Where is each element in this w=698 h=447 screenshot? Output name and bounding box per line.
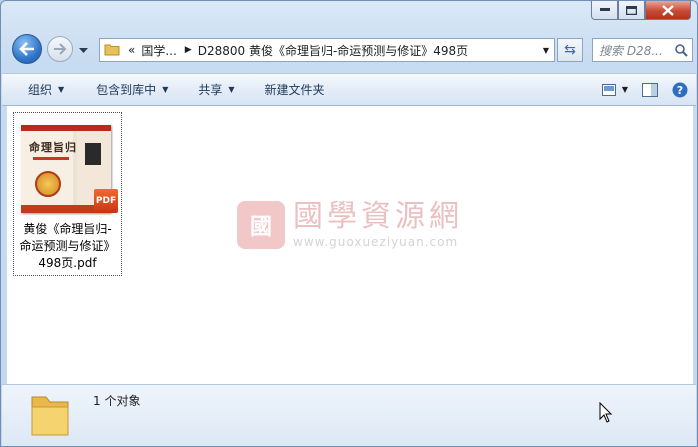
watermark-url: www.guoxueziyuan.com xyxy=(293,235,459,249)
file-list-area[interactable]: 命理旨归 PDF 黄俊《命理旨归- 命运预测与修证》 498页.pdf 國 國學… xyxy=(7,106,693,384)
refresh-icon: ⇆ xyxy=(564,42,576,58)
details-pane: 1 个对象 xyxy=(2,384,696,446)
command-bar: 组织 ▼ 包含到库中 ▼ 共享 ▼ 新建文件夹 ▼ ? xyxy=(2,73,696,106)
chevron-down-icon: ▼ xyxy=(162,85,169,94)
address-bar[interactable]: « 国学... ▶ D28800 黄俊《命理旨归-命运预测与修证》498页 ▼ xyxy=(99,38,555,62)
file-item[interactable]: 命理旨归 PDF 黄俊《命理旨归- 命运预测与修证》 498页.pdf xyxy=(13,112,122,276)
file-name[interactable]: 黄俊《命理旨归- 命运预测与修证》 498页.pdf xyxy=(14,221,121,272)
folder-icon xyxy=(104,42,122,59)
item-count: 1 个对象 xyxy=(93,394,141,408)
organize-label: 组织 xyxy=(28,83,53,97)
chevron-down-icon xyxy=(79,48,88,53)
close-icon xyxy=(662,4,674,16)
watermark-chinese: 國學資源網 xyxy=(293,199,463,234)
mouse-cursor-icon xyxy=(599,402,613,423)
share-button[interactable]: 共享 ▼ xyxy=(180,74,246,105)
share-label: 共享 xyxy=(198,83,223,97)
preview-pane-icon[interactable] xyxy=(642,82,658,97)
thumbnail-title: 命理旨归 xyxy=(29,141,77,154)
search-input[interactable]: 搜索 D28... xyxy=(592,38,693,62)
include-in-library-label: 包含到库中 xyxy=(96,83,157,97)
new-folder-label: 新建文件夹 xyxy=(264,83,325,97)
search-icon xyxy=(675,43,688,57)
change-view-button[interactable]: ▼ xyxy=(601,83,628,96)
caption-buttons xyxy=(591,1,691,20)
arrow-right-icon xyxy=(54,43,67,55)
breadcrumb-arrow-icon[interactable]: ▶ xyxy=(185,45,192,55)
view-controls: ▼ ? xyxy=(601,74,688,105)
new-folder-button[interactable]: 新建文件夹 xyxy=(247,74,337,105)
address-dropdown-button[interactable]: ▼ xyxy=(538,39,554,61)
maximize-icon xyxy=(626,5,637,15)
address-segment-guoxue[interactable]: 国学... xyxy=(141,42,176,59)
maximize-button[interactable] xyxy=(618,1,645,20)
forward-button[interactable] xyxy=(47,36,73,62)
minimize-button[interactable] xyxy=(591,1,618,20)
navigation-bar: « 国学... ▶ D28800 黄俊《命理旨归-命运预测与修证》498页 ▼ … xyxy=(9,33,693,67)
close-button[interactable] xyxy=(645,1,691,20)
include-in-library-button[interactable]: 包含到库中 ▼ xyxy=(76,74,180,105)
back-button[interactable] xyxy=(12,34,42,64)
minimize-icon xyxy=(599,8,610,11)
address-segment-current[interactable]: D28800 黄俊《命理旨归-命运预测与修证》498页 xyxy=(198,42,468,59)
folder-icon xyxy=(28,391,72,442)
address-overflow[interactable]: « xyxy=(128,43,135,57)
organize-button[interactable]: 组织 ▼ xyxy=(2,74,76,105)
recent-pages-button[interactable] xyxy=(79,43,88,57)
search-placeholder: 搜索 D28... xyxy=(599,43,663,58)
cover-photo xyxy=(85,143,101,165)
chevron-down-icon: ▼ xyxy=(621,85,628,94)
help-icon[interactable]: ? xyxy=(672,82,688,98)
refresh-button[interactable]: ⇆ xyxy=(557,38,583,62)
explorer-window: « 国学... ▶ D28800 黄俊《命理旨归-命运预测与修证》498页 ▼ … xyxy=(0,0,698,447)
cover-emblem-icon xyxy=(35,171,61,197)
arrow-left-icon xyxy=(19,42,34,56)
pdf-icon: PDF xyxy=(94,189,118,213)
view-icon xyxy=(601,83,616,96)
chevron-down-icon: ▼ xyxy=(228,85,235,94)
watermark: 國 國學資源網 www.guoxueziyuan.com xyxy=(237,201,463,249)
svg-text:?: ? xyxy=(677,84,683,97)
watermark-seal-icon: 國 xyxy=(237,201,285,249)
chevron-down-icon: ▼ xyxy=(58,85,65,94)
